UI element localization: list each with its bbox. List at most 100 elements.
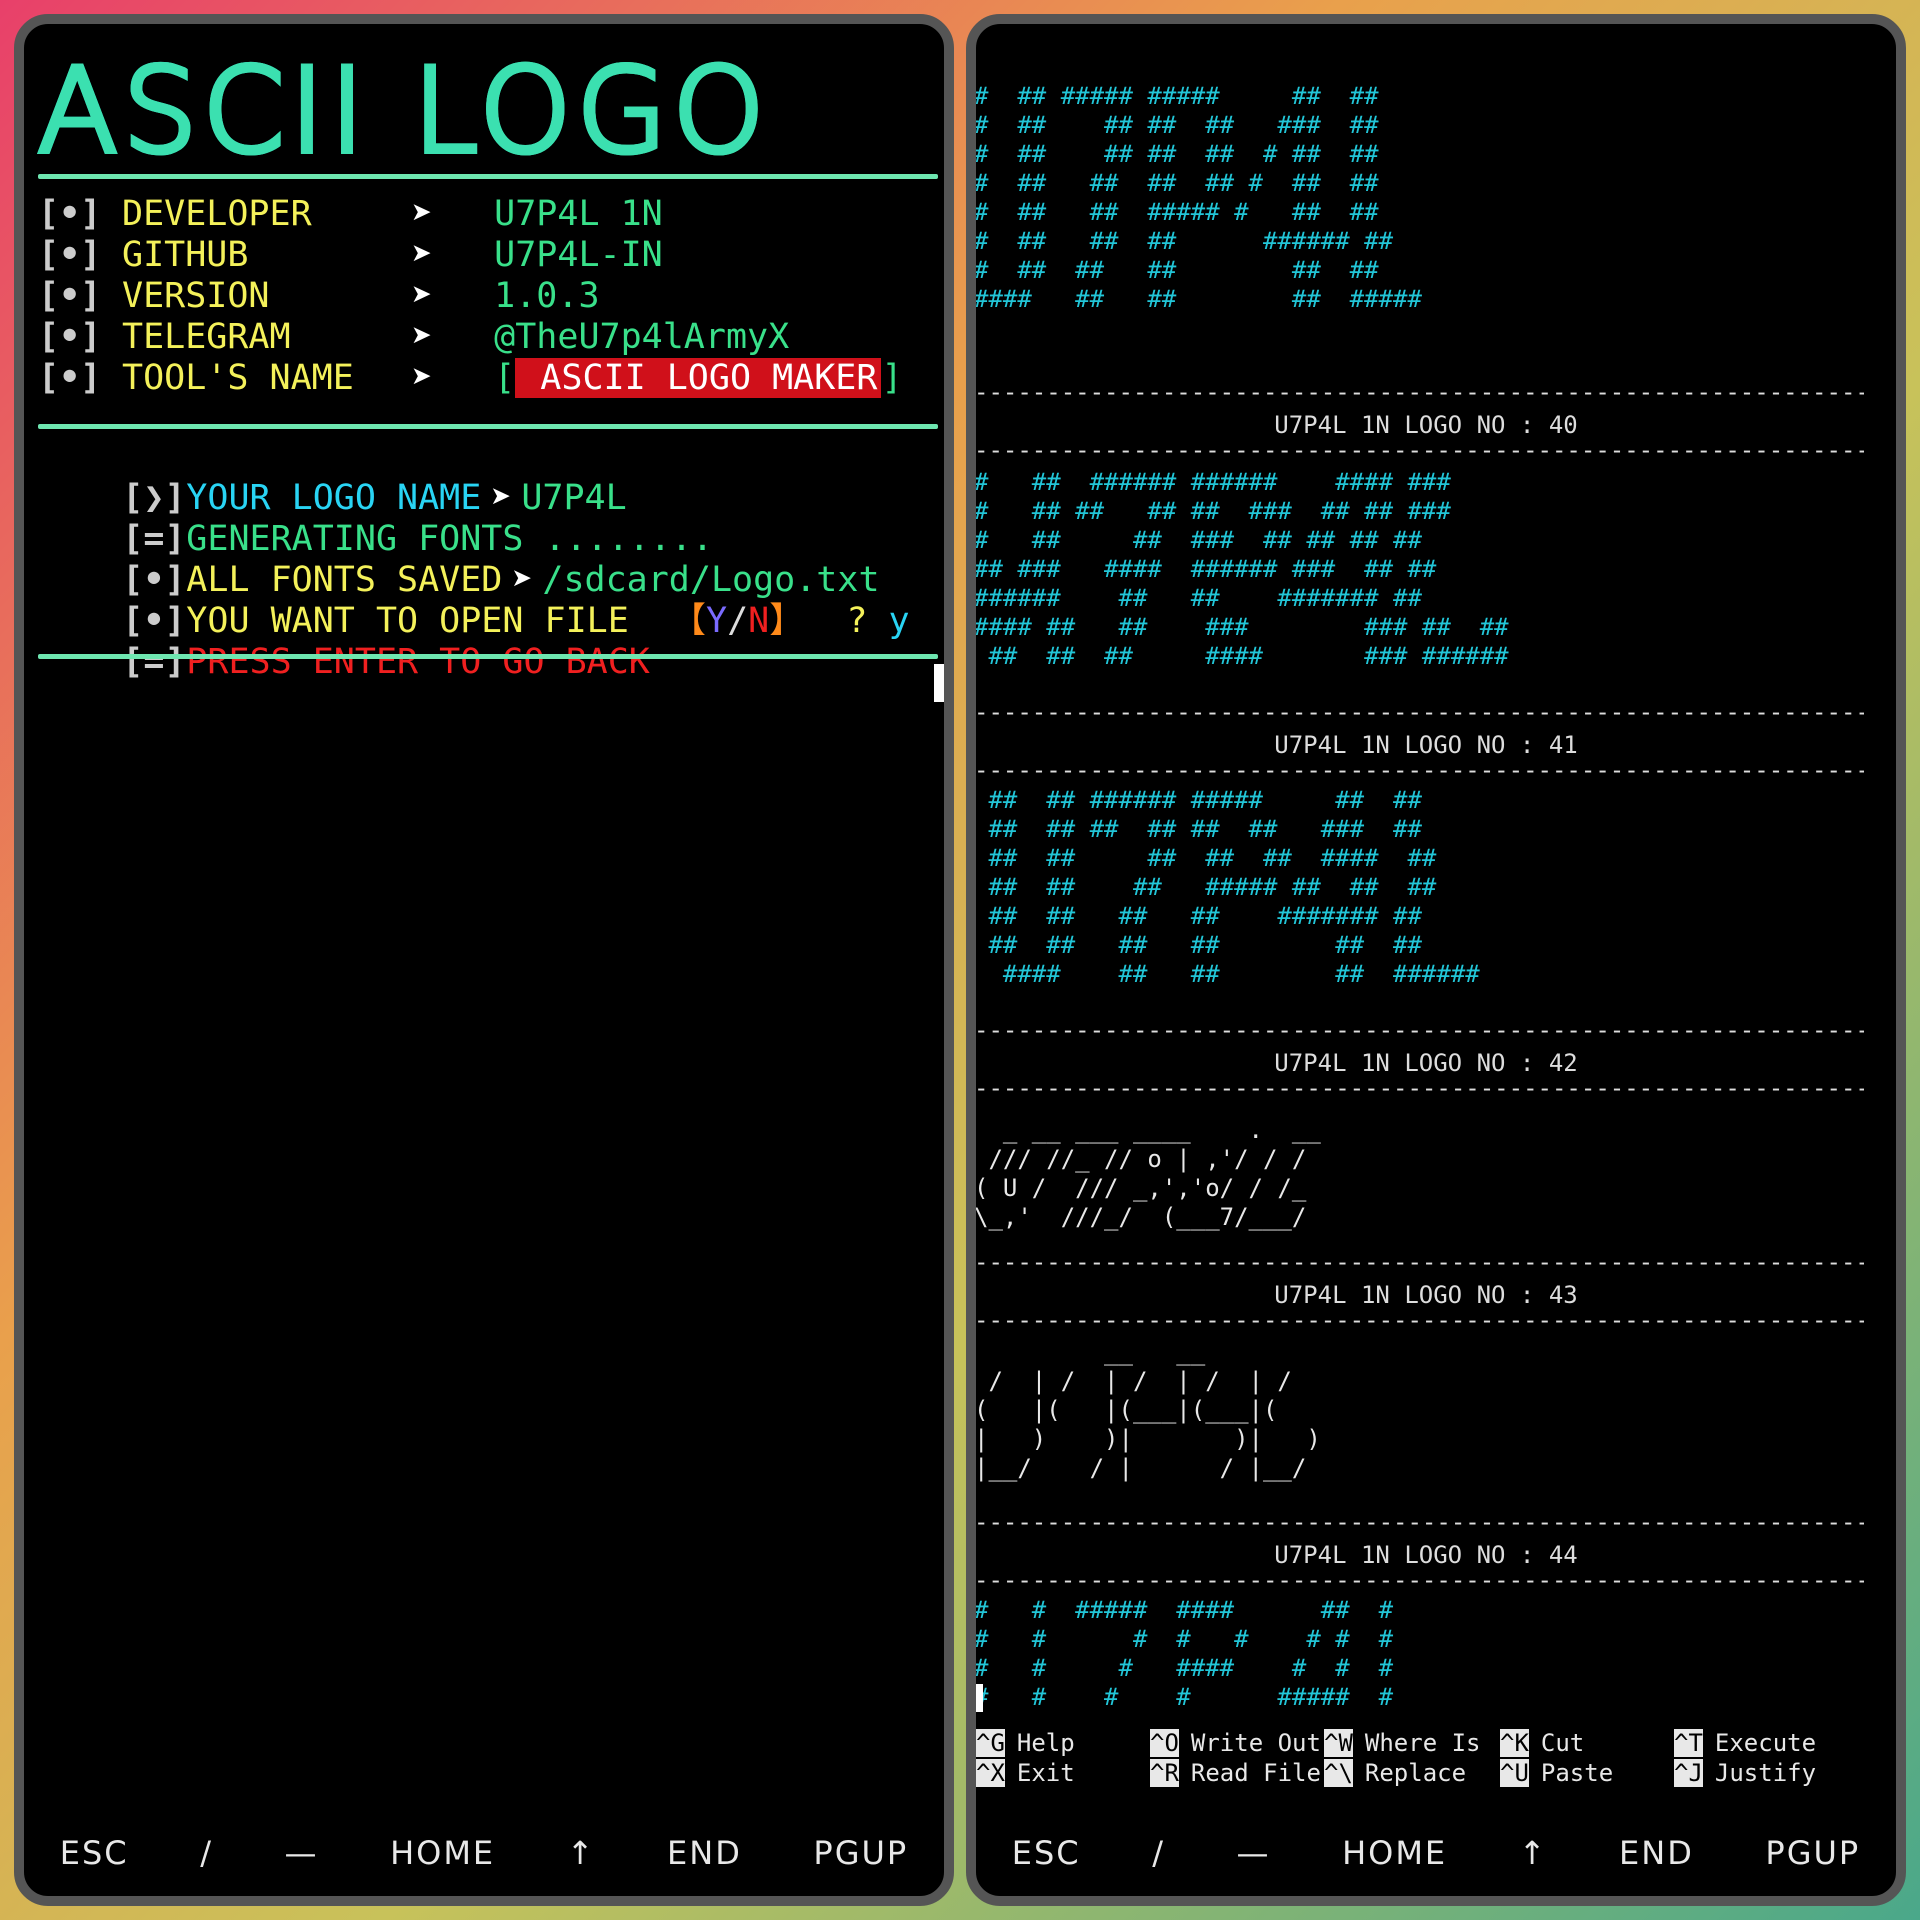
- info-row: [•] TOOL'S NAME ➤ [ ASCII LOGO MAKER]: [38, 358, 903, 398]
- termux-window-right: # ## ##### ##### ## ## # ## ## ## ## ###…: [966, 14, 1906, 1906]
- separator-line: ----------------------------------------…: [974, 438, 1864, 462]
- ascii-art-block: _ __ ___ ____ . __ /// //_ // o | ,'/ / …: [974, 1116, 1321, 1231]
- editor-cursor: [976, 1684, 983, 1712]
- divider: [38, 174, 938, 179]
- key-home[interactable]: HOME: [384, 1834, 501, 1872]
- info-value: 1.0.3: [494, 276, 600, 316]
- shortcut-label: Cut: [1540, 1729, 1585, 1757]
- separator-line: ----------------------------------------…: [974, 758, 1864, 782]
- status-bracket: [•]: [38, 194, 102, 234]
- info-row: [•] VERSION ➤ 1.0.3: [38, 276, 600, 316]
- info-label: TELEGRAM: [122, 317, 291, 357]
- info-value: @TheU7p4lArmyX: [494, 317, 790, 357]
- info-label: VERSION: [122, 276, 270, 316]
- choice-n: N: [748, 601, 770, 641]
- terminal-cursor: [934, 664, 944, 702]
- separator-line: ----------------------------------------…: [974, 380, 1864, 404]
- separator-line: ----------------------------------------…: [974, 1568, 1864, 1592]
- info-label: TOOL'S NAME: [122, 358, 354, 398]
- info-row: [•] TELEGRAM ➤ @TheU7p4lArmyX: [38, 317, 789, 357]
- shortcut-key: ^U: [1500, 1759, 1529, 1787]
- shortcut-label: Write Out: [1190, 1729, 1321, 1757]
- question-mark: ?: [846, 601, 868, 641]
- shortcut-label: Replace: [1364, 1759, 1467, 1787]
- generating-line: [=]GENERATING FONTS ........: [38, 479, 713, 559]
- info-value: U7P4L-IN: [494, 235, 663, 275]
- shortcut-help[interactable]: ^G Help: [976, 1728, 1075, 1758]
- key-pgup[interactable]: PGUP: [1759, 1834, 1866, 1872]
- shortcut-label: Exit: [1016, 1759, 1075, 1787]
- shortcut-key: ^G: [976, 1729, 1005, 1757]
- status-bracket: [•]: [38, 235, 102, 275]
- shortcut-read-file[interactable]: ^R Read File: [1150, 1758, 1321, 1788]
- logo-caption: U7P4L 1N LOGO NO : 40: [1274, 411, 1578, 439]
- arrow-icon: ➤: [411, 235, 433, 275]
- shortcut-label: Execute: [1714, 1729, 1817, 1757]
- nano-shortcut-bar: ^G Help ^O Write Out ^W Where Is ^K Cut ^T Execut…: [976, 1728, 1896, 1788]
- go-back-text: PRESS ENTER TO GO BACK: [186, 642, 650, 682]
- key-up[interactable]: ↑: [1513, 1834, 1554, 1872]
- arrow-icon: ➤: [411, 194, 433, 234]
- shortcut-replace[interactable]: ^\ Replace: [1324, 1758, 1466, 1788]
- info-row: [•] DEVELOPER ➤ U7P4L 1N: [38, 194, 663, 234]
- shortcut-label: Read File: [1190, 1759, 1321, 1787]
- key-dash[interactable]: —: [279, 1834, 325, 1872]
- separator-line: ----------------------------------------…: [974, 1018, 1864, 1042]
- shortcut-key: ^O: [1150, 1729, 1179, 1757]
- tool-name-open: [: [494, 358, 516, 398]
- shortcut-label: Justify: [1714, 1759, 1817, 1787]
- divider: [38, 654, 938, 659]
- shortcut-paste[interactable]: ^U Paste: [1500, 1758, 1613, 1788]
- ascii-art-block: # # ##### #### ## # # # # # # # # # # # …: [974, 1596, 1394, 1711]
- open-file-prompt: [•]YOU WANT TO OPEN FILE 【Y/N】 ? y: [38, 561, 909, 641]
- shortcut-key: ^W: [1324, 1729, 1353, 1757]
- shortcut-justify[interactable]: ^J Justify: [1674, 1758, 1816, 1788]
- key-end[interactable]: END: [1613, 1834, 1700, 1872]
- shortcut-key: ^K: [1500, 1729, 1529, 1757]
- choice-open: 【: [670, 601, 706, 641]
- shortcut-row: ^X Exit ^R Read File ^\ Replace ^U Paste ^J Justi…: [976, 1758, 1896, 1788]
- saved-line: [•]ALL FONTS SAVED ➤/sdcard/Logo.txt: [38, 520, 879, 600]
- extra-keys-bar: ESC / — HOME ↑ END PGUP: [976, 1828, 1896, 1878]
- termux-window-left: ASCII LOGO [•] DEVELOPER ➤ U7P4L 1N [•] GITH…: [14, 14, 954, 1906]
- key-pgup[interactable]: PGUP: [807, 1834, 914, 1872]
- key-home[interactable]: HOME: [1336, 1834, 1453, 1872]
- ascii-art-block: ## ## ###### ##### ## ## ## ## ## ## ## …: [988, 786, 1480, 988]
- shortcut-exit[interactable]: ^X Exit: [976, 1758, 1075, 1788]
- tool-name-value: ASCII LOGO MAKER: [515, 358, 882, 398]
- shortcut-execute[interactable]: ^T Execute: [1674, 1728, 1816, 1758]
- key-dash[interactable]: —: [1231, 1834, 1277, 1872]
- user-answer: y: [888, 601, 910, 641]
- arrow-icon: ➤: [411, 358, 433, 398]
- key-end[interactable]: END: [661, 1834, 748, 1872]
- divider: [38, 424, 938, 429]
- shortcut-write-out[interactable]: ^O Write Out: [1150, 1728, 1321, 1758]
- banner-title: ASCII LOGO: [24, 41, 784, 182]
- logo-caption: U7P4L 1N LOGO NO : 43: [1274, 1281, 1578, 1309]
- key-esc[interactable]: ESC: [54, 1834, 135, 1872]
- shortcut-key: ^\: [1324, 1759, 1353, 1787]
- key-slash[interactable]: /: [194, 1834, 219, 1872]
- shortcut-label: Help: [1016, 1729, 1075, 1757]
- shortcut-label: Paste: [1540, 1759, 1614, 1787]
- arrow-icon: ➤: [411, 317, 433, 357]
- shortcut-key: ^R: [1150, 1759, 1179, 1787]
- logo-name-line: [❯]YOUR LOGO NAME ➤ U7P4L: [38, 438, 626, 518]
- shortcut-row: ^G Help ^O Write Out ^W Where Is ^K Cut ^T Execut…: [976, 1728, 1896, 1758]
- status-bracket: [•]: [38, 276, 102, 316]
- extra-keys-bar: ESC / — HOME ↑ END PGUP: [24, 1828, 944, 1878]
- ascii-art-block: __ __ / | / | / | / | / ( |( |(___|(___|…: [974, 1338, 1321, 1482]
- choice-slash: /: [727, 601, 749, 641]
- shortcut-where-is[interactable]: ^W Where Is: [1324, 1728, 1481, 1758]
- shortcut-key: ^X: [976, 1759, 1005, 1787]
- go-back-line: [=]PRESS ENTER TO GO BACK: [38, 602, 650, 682]
- choice-close: 】: [769, 601, 805, 641]
- status-bracket: [=]: [122, 642, 186, 682]
- key-esc[interactable]: ESC: [1006, 1834, 1087, 1872]
- shortcut-cut[interactable]: ^K Cut: [1500, 1728, 1584, 1758]
- key-up[interactable]: ↑: [561, 1834, 602, 1872]
- shortcut-label: Where Is: [1364, 1729, 1481, 1757]
- key-slash[interactable]: /: [1146, 1834, 1171, 1872]
- separator-line: ----------------------------------------…: [974, 1076, 1864, 1100]
- info-value: U7P4L 1N: [494, 194, 663, 234]
